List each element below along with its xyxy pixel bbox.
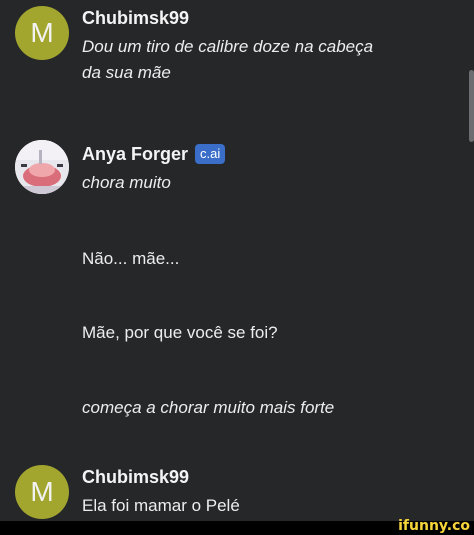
ifunny-watermark: ifunny.co [398, 518, 470, 534]
user-avatar[interactable]: M [15, 6, 69, 60]
user-avatar[interactable]: M [15, 465, 69, 519]
cai-badge: c.ai [195, 144, 226, 164]
author-name: Chubimsk99 [82, 467, 190, 487]
character-avatar[interactable] [15, 140, 69, 194]
chat-feed: M Chubimsk99 Dou um tiro de calibre doze… [0, 0, 474, 521]
message-text: Mãe, por que você se foi? [82, 323, 278, 342]
scrollbar-thumb[interactable] [469, 70, 474, 142]
message-text: Dou um tiro de calibre doze na cabeça [82, 37, 374, 56]
character-avatar-image [15, 140, 69, 194]
author-name: Anya Forger c.ai [82, 144, 226, 165]
message-text: da sua mãe [82, 63, 171, 82]
message-text: começa a chorar muito mais forte [82, 398, 335, 417]
author-name: Chubimsk99 [82, 8, 190, 28]
message-text: Não... mãe... [82, 249, 180, 268]
character-name: Anya Forger [82, 144, 189, 164]
message-text: Ela foi mamar o Pelé [82, 496, 240, 515]
message-text: chora muito [82, 173, 171, 192]
